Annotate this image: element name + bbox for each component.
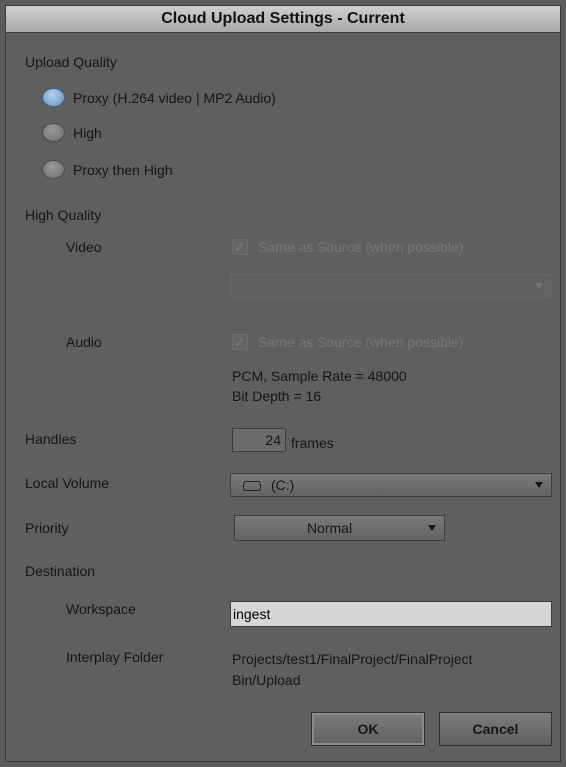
video-same-as-source-label: Same as Source (when possible) bbox=[258, 239, 464, 255]
handles-unit: frames bbox=[291, 435, 334, 451]
audio-info-bit-depth: Bit Depth = 16 bbox=[232, 388, 322, 404]
interplay-folder-path-line1: Projects/test1/FinalProject/FinalProject bbox=[232, 651, 473, 667]
radio-high-label[interactable]: High bbox=[73, 125, 102, 141]
priority-dropdown[interactable]: Normal bbox=[234, 515, 445, 541]
radio-high[interactable] bbox=[42, 123, 65, 142]
video-label: Video bbox=[66, 239, 102, 255]
destination-heading: Destination bbox=[25, 563, 96, 579]
workspace-input[interactable]: ingest bbox=[230, 601, 552, 627]
interplay-folder-path-line2: Bin/Upload bbox=[232, 672, 301, 688]
ok-button[interactable]: OK bbox=[311, 712, 425, 746]
chevron-down-icon bbox=[535, 283, 543, 289]
workspace-label: Workspace bbox=[66, 601, 136, 617]
radio-proxy-then-high-label[interactable]: Proxy then High bbox=[73, 162, 173, 178]
dialog-title: Cloud Upload Settings - Current bbox=[6, 6, 560, 33]
chevron-down-icon bbox=[428, 525, 436, 531]
video-same-as-source-checkbox[interactable]: ✓ bbox=[232, 239, 248, 255]
priority-label: Priority bbox=[25, 520, 69, 536]
cancel-button[interactable]: Cancel bbox=[439, 712, 552, 746]
local-volume-dropdown[interactable]: (C:) bbox=[230, 473, 552, 497]
video-format-dropdown[interactable] bbox=[230, 274, 552, 298]
audio-same-as-source-checkbox[interactable]: ✓ bbox=[232, 334, 248, 350]
handles-label: Handles bbox=[25, 431, 77, 447]
radio-proxy-label[interactable]: Proxy (H.264 video | MP2 Audio) bbox=[73, 90, 276, 106]
audio-label: Audio bbox=[66, 334, 102, 350]
radio-proxy[interactable] bbox=[42, 88, 65, 107]
local-volume-value: (C:) bbox=[271, 477, 295, 493]
radio-proxy-then-high[interactable] bbox=[42, 160, 65, 179]
audio-same-as-source-label: Same as Source (when possible) bbox=[258, 334, 464, 350]
handles-input[interactable]: 24 bbox=[232, 428, 286, 452]
chevron-down-icon bbox=[535, 482, 543, 488]
hard-drive-icon bbox=[243, 481, 261, 492]
high-quality-heading: High Quality bbox=[25, 207, 102, 223]
local-volume-label: Local Volume bbox=[25, 475, 110, 491]
audio-info-sample-rate: PCM, Sample Rate = 48000 bbox=[232, 368, 407, 384]
cloud-upload-settings-dialog: Cloud Upload Settings - Current Upload Q… bbox=[5, 5, 561, 762]
priority-value: Normal bbox=[306, 520, 353, 536]
upload-quality-heading: Upload Quality bbox=[25, 54, 117, 70]
interplay-folder-label: Interplay Folder bbox=[66, 649, 164, 665]
